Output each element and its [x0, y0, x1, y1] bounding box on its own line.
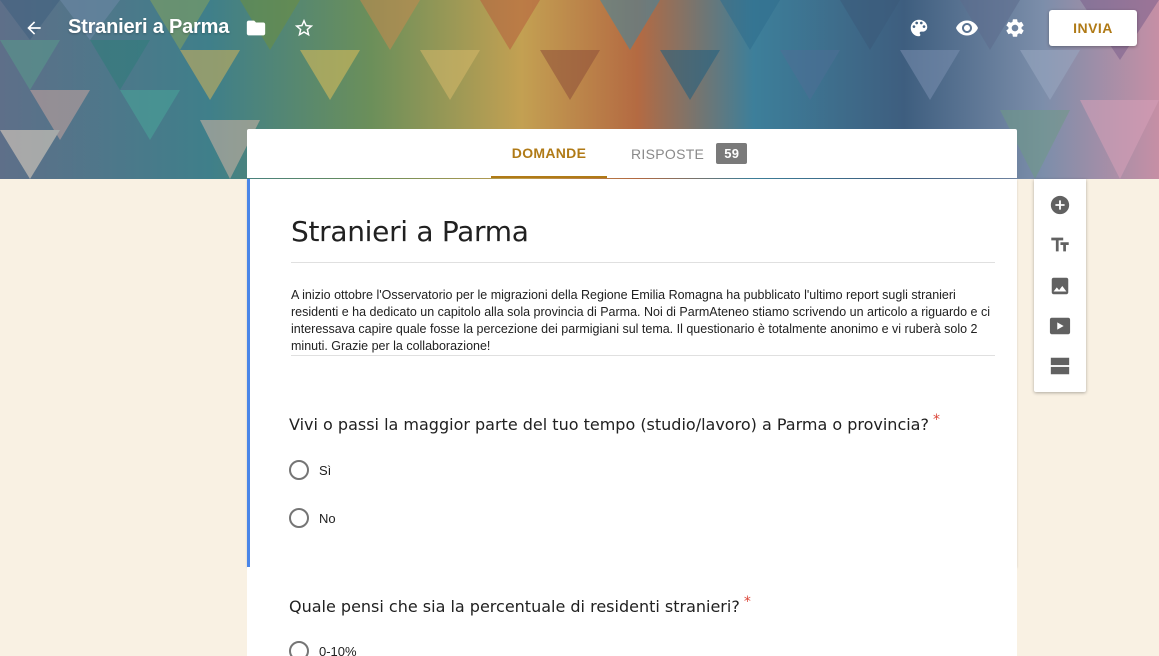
required-marker: *: [932, 412, 940, 428]
description-divider: [291, 355, 995, 356]
star-icon[interactable]: [288, 12, 320, 44]
folder-icon[interactable]: [240, 12, 272, 44]
option-label: No: [319, 510, 336, 526]
back-arrow-icon[interactable]: [18, 12, 50, 44]
form-header-card[interactable]: Stranieri a Parma A inizio ottobre l'Oss…: [247, 179, 1017, 567]
required-marker: *: [743, 594, 751, 610]
add-question-icon[interactable]: [1047, 192, 1073, 218]
add-title-icon[interactable]: [1047, 232, 1073, 258]
tab-questions[interactable]: DOMANDE: [491, 129, 607, 178]
question-title[interactable]: Quale pensi che sia la percentuale di re…: [289, 594, 751, 616]
question-text: Vivi o passi la maggior parte del tuo te…: [289, 415, 929, 434]
question-text: Quale pensi che sia la percentuale di re…: [289, 597, 740, 616]
radio-option[interactable]: Sì: [289, 460, 331, 480]
eye-icon[interactable]: [951, 12, 983, 44]
title-divider: [291, 262, 995, 263]
question-card[interactable]: Quale pensi che sia la percentuale di re…: [247, 567, 1017, 656]
palette-icon[interactable]: [903, 12, 935, 44]
tab-responses[interactable]: RISPOSTE 59: [631, 129, 748, 178]
add-image-icon[interactable]: [1047, 273, 1073, 299]
radio-button[interactable]: [289, 508, 309, 528]
radio-button[interactable]: [289, 460, 309, 480]
radio-option[interactable]: No: [289, 508, 336, 528]
option-label: 0-10%: [319, 643, 357, 656]
send-button[interactable]: INVIA: [1049, 10, 1137, 46]
form-description[interactable]: A inizio ottobre l'Osservatorio per le m…: [291, 287, 995, 355]
radio-option[interactable]: 0-10%: [289, 641, 357, 656]
form-title[interactable]: Stranieri a Parma: [291, 215, 529, 248]
side-toolbar: [1034, 179, 1086, 392]
tabs-bar: DOMANDE RISPOSTE 59: [247, 129, 1017, 178]
option-label: Sì: [319, 462, 332, 478]
add-video-icon[interactable]: [1047, 313, 1073, 339]
add-section-icon[interactable]: [1047, 353, 1073, 379]
question-title[interactable]: Vivi o passi la maggior parte del tuo te…: [289, 412, 940, 434]
gear-icon[interactable]: [999, 12, 1031, 44]
responses-count-badge: 59: [716, 143, 748, 164]
radio-button[interactable]: [289, 641, 309, 656]
top-bar: Stranieri a Parma INVIA: [0, 0, 1159, 56]
document-title[interactable]: Stranieri a Parma: [68, 16, 229, 39]
tab-responses-label: RISPOSTE: [631, 145, 705, 162]
